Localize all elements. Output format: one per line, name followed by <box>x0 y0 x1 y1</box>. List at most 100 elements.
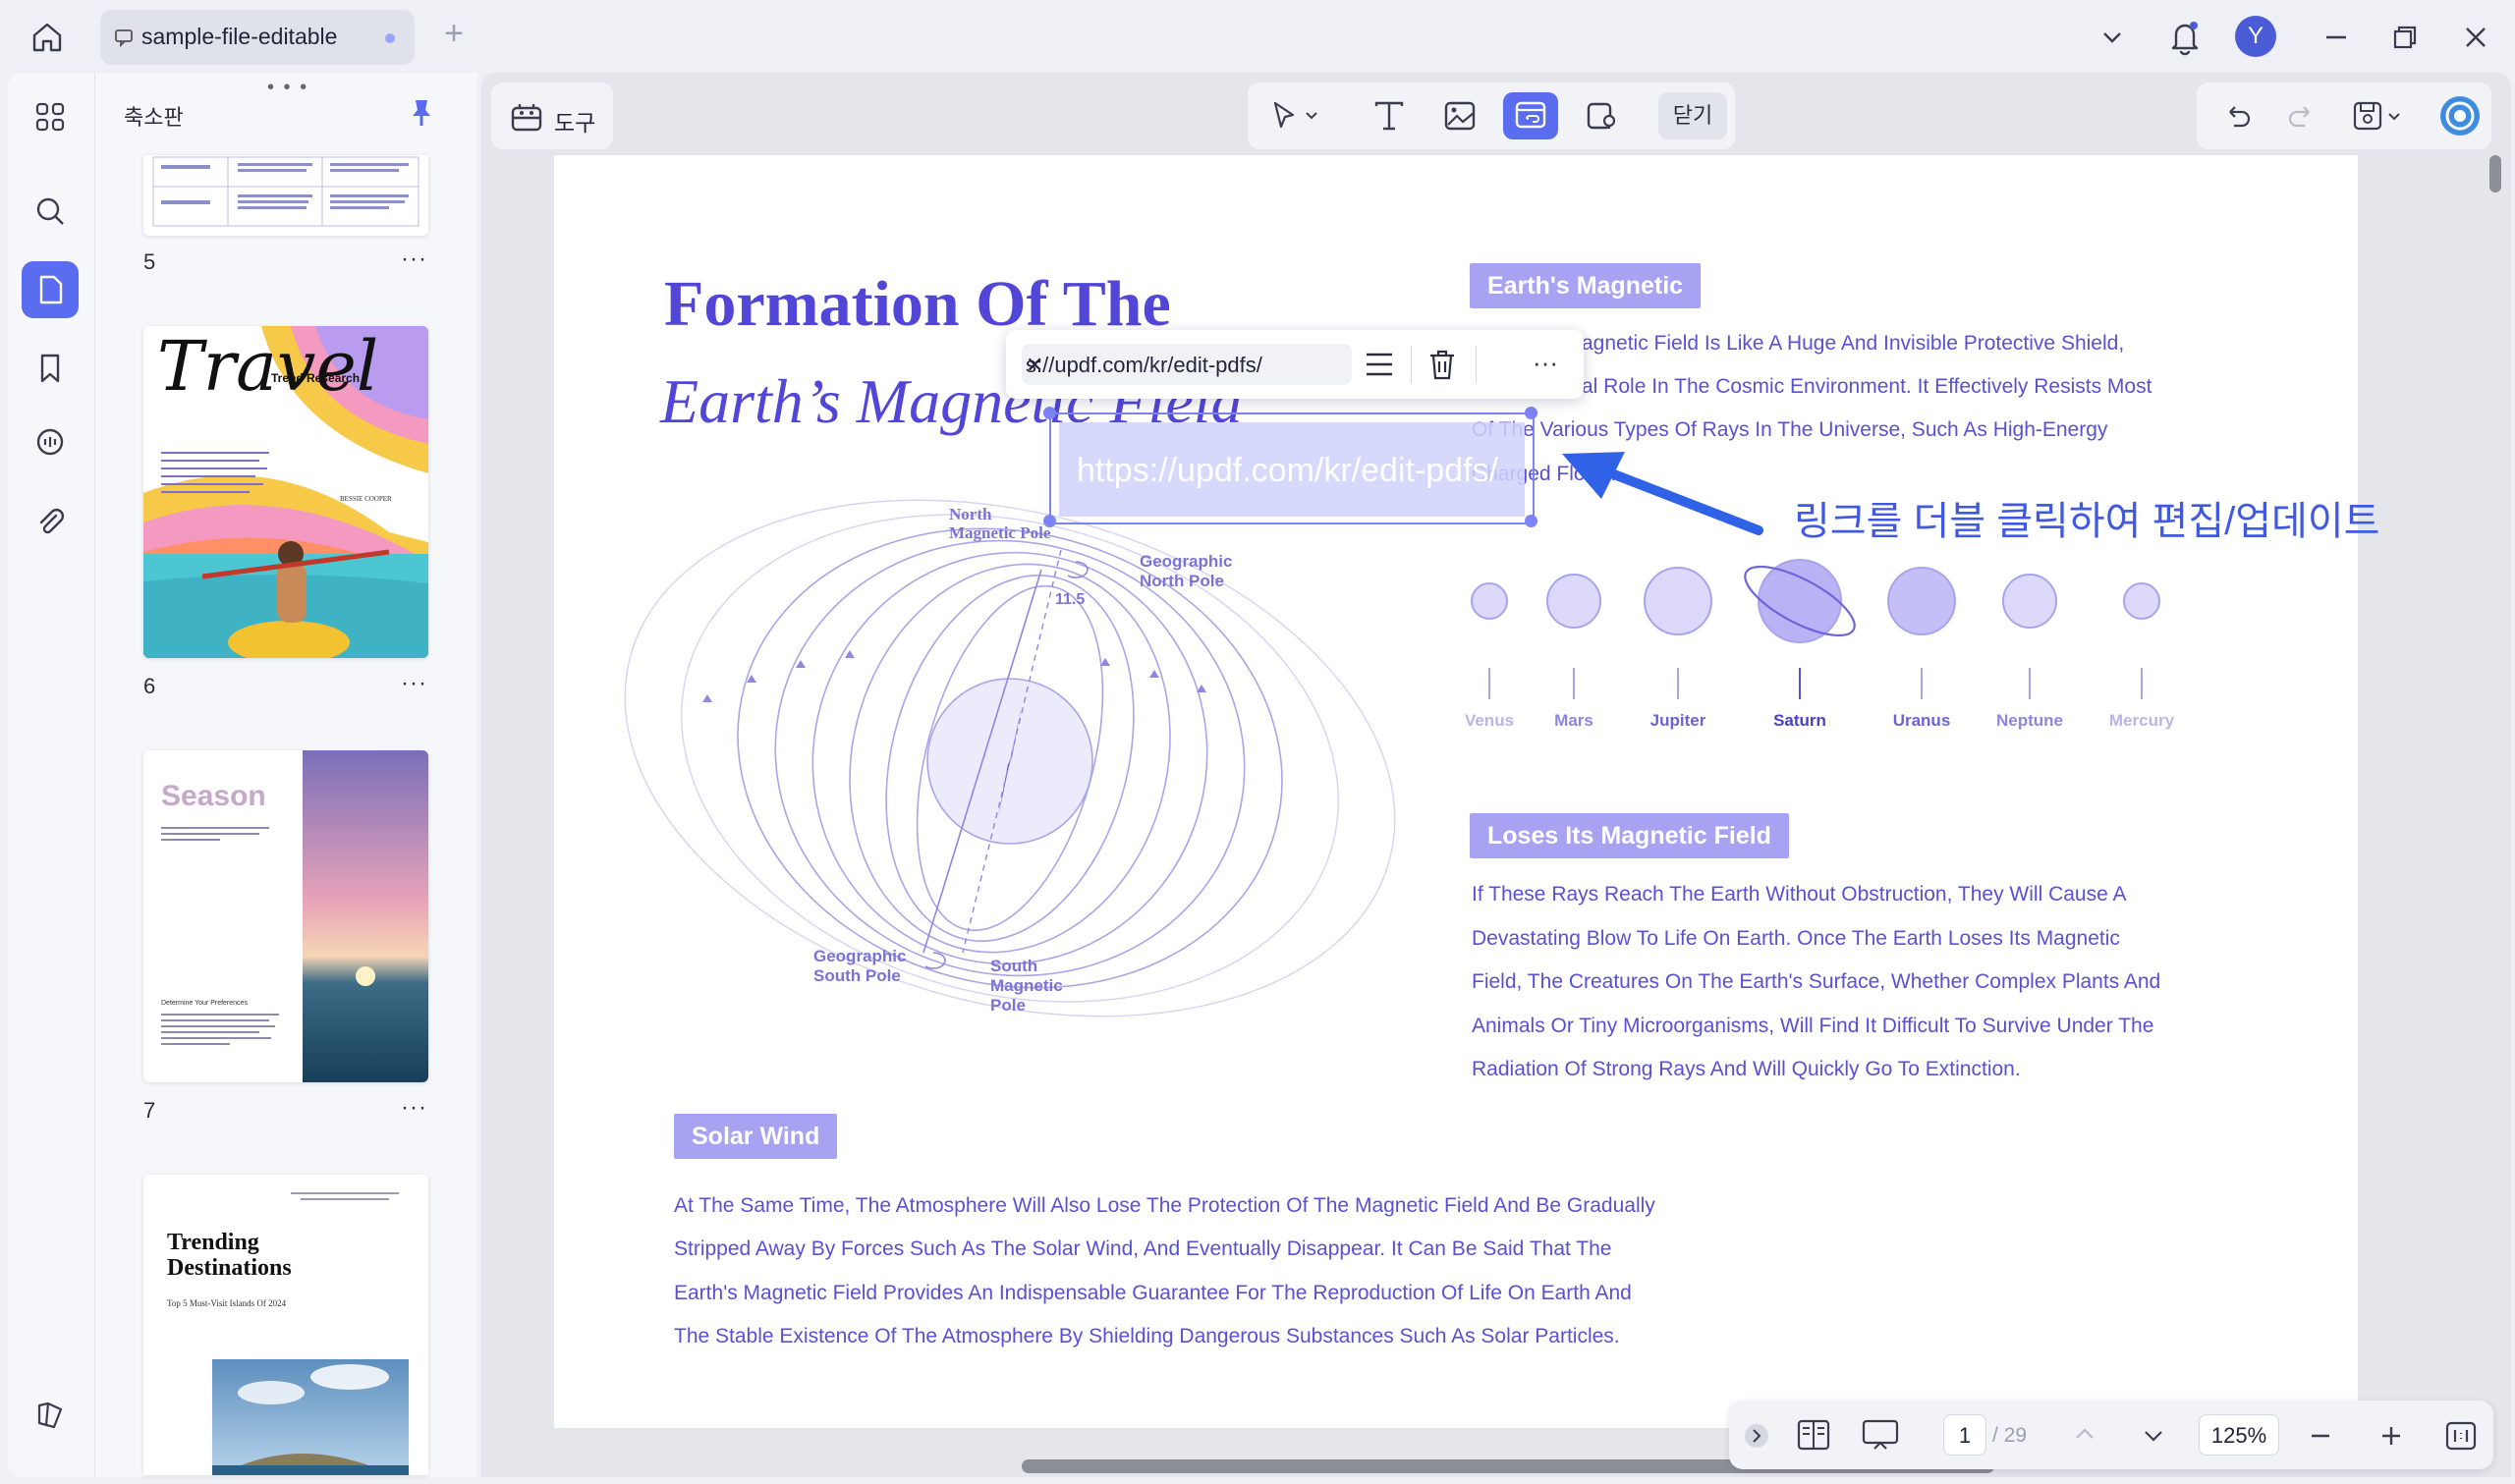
cover-title: Season <box>161 780 266 812</box>
pin-button[interactable] <box>405 96 438 135</box>
divider <box>1476 346 1477 383</box>
left-icon-rail <box>8 73 94 1477</box>
thumbnail-page-6[interactable]: Travel Trend Research BESSIE COOPER <box>143 326 428 658</box>
text-icon <box>1374 101 1404 131</box>
panel-drag-handle[interactable]: • • • <box>267 77 308 99</box>
tabs-dropdown-button[interactable] <box>2096 22 2128 53</box>
paragraph-line: At The Same Time, The Atmosphere Will Al… <box>674 1194 1655 1217</box>
document-tab[interactable]: sample-file-editable <box>100 10 415 65</box>
expand-icon[interactable] <box>1743 1422 1770 1450</box>
next-page-icon[interactable] <box>2140 1424 2167 1448</box>
minimize-button[interactable] <box>2320 22 2352 53</box>
presentation-icon[interactable] <box>1861 1418 1900 1452</box>
link-tool-button[interactable] <box>1503 92 1558 139</box>
thumbnail-page-8[interactable]: Trending Destinations Top 5 Must-Visit I… <box>143 1175 428 1475</box>
home-icon <box>32 23 62 52</box>
select-tool-button[interactable] <box>1259 92 1334 139</box>
home-button[interactable] <box>28 18 71 57</box>
cover-subtitle: Top 5 Must-Visit Islands Of 2024 <box>167 1298 287 1308</box>
undo-icon[interactable] <box>2222 100 2254 132</box>
close-edit-button[interactable]: 닫기 <box>1658 92 1727 139</box>
resize-handle[interactable] <box>1043 515 1056 527</box>
page-number: 6 <box>143 674 156 698</box>
cover-author: BESSIE COOPER <box>340 495 392 503</box>
minimize-icon <box>2326 35 2346 39</box>
new-tab-button[interactable]: + <box>436 16 472 51</box>
thumbnail-page-5[interactable] <box>143 155 428 236</box>
annotation-arrow <box>1562 452 1763 535</box>
page-number: 7 <box>143 1098 156 1123</box>
cover-title-line: Destinations <box>167 1255 292 1281</box>
comment-icon <box>115 29 133 47</box>
resize-handle[interactable] <box>1525 407 1537 419</box>
paragraph-line: Devastating Blow To Life On Earth. Once … <box>1472 927 2120 950</box>
rail-item-settings[interactable] <box>22 1387 79 1444</box>
zoom-in-icon[interactable] <box>2377 1422 2405 1450</box>
rail-item-thumbnails[interactable] <box>22 261 79 318</box>
table-preview <box>152 156 419 227</box>
paragraph-line: Animals Or Tiny Microorganisms, Will Fin… <box>1472 1015 2154 1037</box>
tools-button[interactable]: 도구 <box>491 82 613 149</box>
clear-link-button[interactable]: ✕ <box>1026 353 1043 378</box>
chevron-down-icon <box>2103 32 2121 43</box>
paragraph-line: al Role In The Cosmic Environment. It Ef… <box>1582 375 2152 398</box>
unsaved-dot <box>385 33 395 43</box>
destinations-cover-art <box>143 1175 428 1475</box>
rail-item-apps[interactable] <box>22 88 79 145</box>
label-north-magnetic-pole: North Magnetic Pole <box>949 505 1051 542</box>
page-navigation-bar: 1 / 29 125% <box>1729 1401 2493 1469</box>
close-icon <box>2466 27 2486 47</box>
paragraph-line: Stripped Away By Forces Such As The Sola… <box>674 1237 1612 1260</box>
rail-item-comments[interactable] <box>22 414 79 471</box>
bookmark-icon <box>40 354 60 383</box>
page-layout-icon[interactable] <box>1796 1418 1831 1452</box>
page-more-button[interactable]: ··· <box>401 246 427 273</box>
close-window-button[interactable] <box>2460 22 2491 53</box>
properties-icon[interactable] <box>1364 350 1395 379</box>
trash-icon[interactable] <box>1426 348 1458 381</box>
resize-handle[interactable] <box>1043 407 1056 419</box>
restore-button[interactable] <box>2389 22 2421 53</box>
paragraph-line: Earth's Magnetic Field Provides An Indis… <box>674 1282 1632 1304</box>
page-number: 5 <box>143 249 156 274</box>
link-url-value: s://updf.com/kr/edit-pdfs/ <box>1026 353 1262 377</box>
zoom-out-icon[interactable] <box>2307 1422 2334 1450</box>
annotation-text: 링크를 더블 클릭하여 편집/업데이트 <box>1794 500 2380 543</box>
cover-heading: Determine Your Preferences <box>161 1000 248 1007</box>
label-geographic-north-pole: Geographic North Pole <box>1140 552 1233 590</box>
restore-icon <box>2393 26 2417 49</box>
paragraph-line: The Stable Existence Of The Atmosphere B… <box>674 1325 1620 1347</box>
link-url-field[interactable]: s://updf.com/kr/edit-pdfs/ ✕ <box>1022 344 1352 385</box>
comment-icon <box>36 428 64 456</box>
current-page-input[interactable]: 1 <box>1943 1414 1986 1456</box>
section-tag-loses-magnetic-field: Loses Its Magnetic Field <box>1470 813 1789 858</box>
thumbnail-page-7[interactable]: Season Determine Your Preferences <box>143 750 428 1082</box>
section-tag-solar-wind: Solar Wind <box>674 1114 838 1159</box>
selected-link-area[interactable]: https://updf.com/kr/edit-pdfs/ <box>1043 407 1537 527</box>
paragraph-line: Field, The Creatures On The Earth's Surf… <box>1472 970 2161 993</box>
rail-item-attachments[interactable] <box>22 493 79 550</box>
redo-icon[interactable] <box>2285 100 2317 132</box>
grid-icon <box>35 102 65 132</box>
vertical-scrollbar[interactable] <box>2489 155 2501 192</box>
more-options-button[interactable]: ··· <box>1533 348 1558 378</box>
paperclip-icon <box>39 509 64 534</box>
actual-size-icon[interactable] <box>2444 1420 2478 1452</box>
planet-label: Jupiter <box>1649 711 1706 730</box>
user-avatar[interactable]: Y <box>2235 16 2276 57</box>
text-tool-button[interactable] <box>1362 92 1417 139</box>
previous-page-icon[interactable] <box>2071 1422 2098 1446</box>
notification-button[interactable] <box>2167 18 2203 57</box>
ai-assistant-icon[interactable] <box>2438 94 2482 137</box>
save-icon[interactable] <box>2352 100 2407 132</box>
rail-item-bookmarks[interactable] <box>22 340 79 397</box>
pin-icon <box>413 100 430 126</box>
rail-item-search[interactable] <box>22 183 79 240</box>
cover-title-line: Trending <box>167 1230 259 1255</box>
page-more-button[interactable]: ··· <box>401 1094 427 1122</box>
page-more-button[interactable]: ··· <box>401 670 427 697</box>
image-tool-button[interactable] <box>1432 92 1487 139</box>
resize-handle[interactable] <box>1525 515 1537 527</box>
zoom-level[interactable]: 125% <box>2199 1414 2279 1456</box>
stamp-tool-button[interactable] <box>1574 92 1629 139</box>
